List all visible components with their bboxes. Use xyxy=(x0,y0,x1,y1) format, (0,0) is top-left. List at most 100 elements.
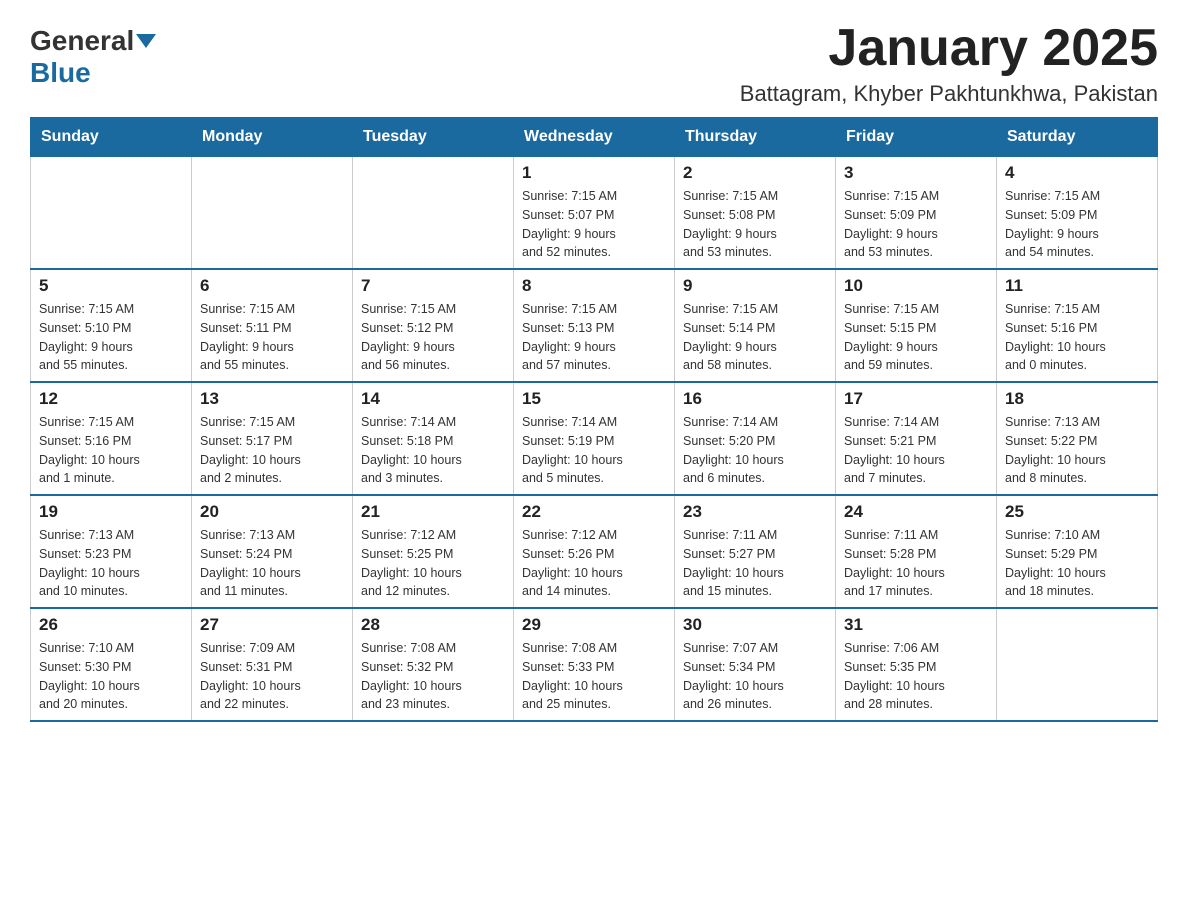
calendar-cell xyxy=(997,608,1158,721)
day-number: 3 xyxy=(844,163,988,183)
day-number: 2 xyxy=(683,163,827,183)
day-info: Sunrise: 7:06 AMSunset: 5:35 PMDaylight:… xyxy=(844,639,988,714)
day-number: 1 xyxy=(522,163,666,183)
day-number: 6 xyxy=(200,276,344,296)
day-number: 22 xyxy=(522,502,666,522)
calendar-cell: 26Sunrise: 7:10 AMSunset: 5:30 PMDayligh… xyxy=(31,608,192,721)
calendar-week-row: 26Sunrise: 7:10 AMSunset: 5:30 PMDayligh… xyxy=(31,608,1158,721)
calendar-cell: 31 Sunrise: 7:06 AMSunset: 5:35 PMDayligh… xyxy=(836,608,997,721)
calendar-cell: 30 Sunrise: 7:07 AMSunset: 5:34 PMDayligh… xyxy=(675,608,836,721)
calendar-cell: 4Sunrise: 7:15 AMSunset: 5:09 PMDaylight… xyxy=(997,157,1158,270)
day-info: Sunrise: 7:11 AMSunset: 5:28 PMDaylight:… xyxy=(844,526,988,601)
location-title: Battagram, Khyber Pakhtunkhwa, Pakistan xyxy=(740,81,1158,107)
title-area: January 2025 Battagram, Khyber Pakhtunkh… xyxy=(740,20,1158,107)
calendar-week-row: 5 Sunrise: 7:15 AMSunset: 5:10 PMDaylight… xyxy=(31,269,1158,382)
day-number: 27 xyxy=(200,615,344,635)
day-number: 8 xyxy=(522,276,666,296)
day-info: Sunrise: 7:14 AMSunset: 5:20 PMDaylight:… xyxy=(683,413,827,488)
calendar-header: SundayMondayTuesdayWednesdayThursdayFrid… xyxy=(31,118,1158,157)
day-number: 14 xyxy=(361,389,505,409)
day-info: Sunrise: 7:13 AMSunset: 5:22 PMDaylight:… xyxy=(1005,413,1149,488)
calendar-cell: 24 Sunrise: 7:11 AMSunset: 5:28 PMDayligh… xyxy=(836,495,997,608)
day-number: 31 xyxy=(844,615,988,635)
day-info: Sunrise: 7:15 AMSunset: 5:10 PMDaylight:… xyxy=(39,300,183,375)
day-number: 9 xyxy=(683,276,827,296)
day-number: 11 xyxy=(1005,276,1149,296)
day-info: Sunrise: 7:08 AMSunset: 5:32 PMDaylight:… xyxy=(361,639,505,714)
day-info: Sunrise: 7:13 AMSunset: 5:24 PMDaylight:… xyxy=(200,526,344,601)
page-header: General Blue January 2025 Battagram, Khy… xyxy=(30,20,1158,107)
day-number: 24 xyxy=(844,502,988,522)
calendar-cell xyxy=(192,157,353,270)
day-info: Sunrise: 7:15 AMSunset: 5:12 PMDaylight:… xyxy=(361,300,505,375)
calendar-cell: 27 Sunrise: 7:09 AMSunset: 5:31 PMDayligh… xyxy=(192,608,353,721)
calendar-cell: 18 Sunrise: 7:13 AMSunset: 5:22 PMDayligh… xyxy=(997,382,1158,495)
calendar-cell: 11 Sunrise: 7:15 AMSunset: 5:16 PMDayligh… xyxy=(997,269,1158,382)
day-number: 5 xyxy=(39,276,183,296)
day-number: 30 xyxy=(683,615,827,635)
day-info: Sunrise: 7:13 AMSunset: 5:23 PMDaylight:… xyxy=(39,526,183,601)
calendar-cell: 13 Sunrise: 7:15 AMSunset: 5:17 PMDayligh… xyxy=(192,382,353,495)
day-number: 17 xyxy=(844,389,988,409)
calendar-header-saturday: Saturday xyxy=(997,118,1158,157)
day-number: 25 xyxy=(1005,502,1149,522)
calendar-cell: 14 Sunrise: 7:14 AMSunset: 5:18 PMDayligh… xyxy=(353,382,514,495)
calendar-cell xyxy=(353,157,514,270)
day-info: Sunrise: 7:14 AMSunset: 5:21 PMDaylight:… xyxy=(844,413,988,488)
day-info: Sunrise: 7:07 AMSunset: 5:34 PMDaylight:… xyxy=(683,639,827,714)
calendar-header-thursday: Thursday xyxy=(675,118,836,157)
calendar-cell: 9 Sunrise: 7:15 AMSunset: 5:14 PMDaylight… xyxy=(675,269,836,382)
day-info: Sunrise: 7:08 AMSunset: 5:33 PMDaylight:… xyxy=(522,639,666,714)
logo-general-text: General xyxy=(30,25,134,57)
day-info: Sunrise: 7:15 AMSunset: 5:17 PMDaylight:… xyxy=(200,413,344,488)
calendar-cell: 10Sunrise: 7:15 AMSunset: 5:15 PMDayligh… xyxy=(836,269,997,382)
day-info: Sunrise: 7:09 AMSunset: 5:31 PMDaylight:… xyxy=(200,639,344,714)
day-number: 18 xyxy=(1005,389,1149,409)
calendar-cell: 15 Sunrise: 7:14 AMSunset: 5:19 PMDayligh… xyxy=(514,382,675,495)
day-number: 7 xyxy=(361,276,505,296)
calendar-cell: 21Sunrise: 7:12 AMSunset: 5:25 PMDayligh… xyxy=(353,495,514,608)
day-info: Sunrise: 7:15 AMSunset: 5:11 PMDaylight:… xyxy=(200,300,344,375)
day-info: Sunrise: 7:10 AMSunset: 5:30 PMDaylight:… xyxy=(39,639,183,714)
day-number: 13 xyxy=(200,389,344,409)
day-number: 29 xyxy=(522,615,666,635)
day-info: Sunrise: 7:15 AMSunset: 5:16 PMDaylight:… xyxy=(1005,300,1149,375)
day-info: Sunrise: 7:15 AMSunset: 5:14 PMDaylight:… xyxy=(683,300,827,375)
calendar-cell: 2 Sunrise: 7:15 AMSunset: 5:08 PMDaylight… xyxy=(675,157,836,270)
calendar-header-wednesday: Wednesday xyxy=(514,118,675,157)
day-info: Sunrise: 7:15 AMSunset: 5:09 PMDaylight:… xyxy=(844,187,988,262)
calendar-header-friday: Friday xyxy=(836,118,997,157)
day-info: Sunrise: 7:15 AMSunset: 5:08 PMDaylight:… xyxy=(683,187,827,262)
calendar-cell: 20 Sunrise: 7:13 AMSunset: 5:24 PMDayligh… xyxy=(192,495,353,608)
calendar-week-row: 1 Sunrise: 7:15 AMSunset: 5:07 PMDaylight… xyxy=(31,157,1158,270)
day-info: Sunrise: 7:14 AMSunset: 5:19 PMDaylight:… xyxy=(522,413,666,488)
day-info: Sunrise: 7:11 AMSunset: 5:27 PMDaylight:… xyxy=(683,526,827,601)
day-info: Sunrise: 7:15 AMSunset: 5:07 PMDaylight:… xyxy=(522,187,666,262)
day-number: 16 xyxy=(683,389,827,409)
calendar-week-row: 19 Sunrise: 7:13 AMSunset: 5:23 PMDayligh… xyxy=(31,495,1158,608)
logo-blue-text: Blue xyxy=(30,57,91,89)
day-number: 10 xyxy=(844,276,988,296)
day-info: Sunrise: 7:15 AMSunset: 5:09 PMDaylight:… xyxy=(1005,187,1149,262)
day-info: Sunrise: 7:15 AMSunset: 5:13 PMDaylight:… xyxy=(522,300,666,375)
day-number: 23 xyxy=(683,502,827,522)
calendar-cell xyxy=(31,157,192,270)
calendar-cell: 3 Sunrise: 7:15 AMSunset: 5:09 PMDaylight… xyxy=(836,157,997,270)
calendar-cell: 12 Sunrise: 7:15 AMSunset: 5:16 PMDayligh… xyxy=(31,382,192,495)
day-number: 12 xyxy=(39,389,183,409)
day-info: Sunrise: 7:14 AMSunset: 5:18 PMDaylight:… xyxy=(361,413,505,488)
calendar-header-sunday: Sunday xyxy=(31,118,192,157)
day-info: Sunrise: 7:10 AMSunset: 5:29 PMDaylight:… xyxy=(1005,526,1149,601)
day-number: 19 xyxy=(39,502,183,522)
day-number: 20 xyxy=(200,502,344,522)
logo-arrow-icon xyxy=(136,34,156,48)
calendar-cell: 28Sunrise: 7:08 AMSunset: 5:32 PMDayligh… xyxy=(353,608,514,721)
calendar-cell: 16 Sunrise: 7:14 AMSunset: 5:20 PMDayligh… xyxy=(675,382,836,495)
day-info: Sunrise: 7:15 AMSunset: 5:16 PMDaylight:… xyxy=(39,413,183,488)
calendar-body: 1 Sunrise: 7:15 AMSunset: 5:07 PMDaylight… xyxy=(31,157,1158,722)
day-info: Sunrise: 7:12 AMSunset: 5:25 PMDaylight:… xyxy=(361,526,505,601)
calendar-header-tuesday: Tuesday xyxy=(353,118,514,157)
calendar-cell: 19 Sunrise: 7:13 AMSunset: 5:23 PMDayligh… xyxy=(31,495,192,608)
calendar-cell: 8 Sunrise: 7:15 AMSunset: 5:13 PMDaylight… xyxy=(514,269,675,382)
day-number: 15 xyxy=(522,389,666,409)
